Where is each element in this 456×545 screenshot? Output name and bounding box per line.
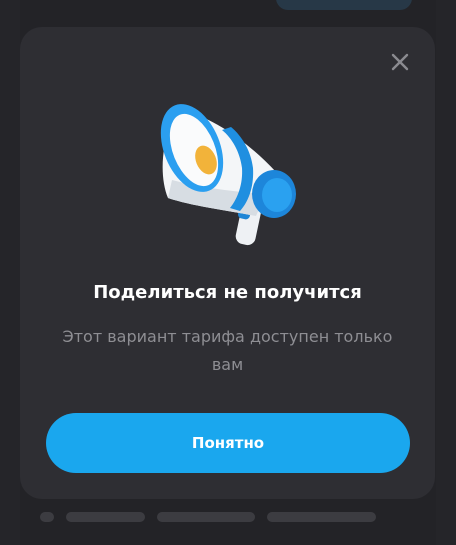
background-icon-blurred: [40, 512, 54, 522]
close-button[interactable]: [389, 51, 411, 73]
close-icon: [391, 53, 409, 71]
megaphone-icon: [160, 104, 296, 246]
background-button-blurred: [276, 0, 412, 10]
background-content-blurred: [40, 506, 376, 528]
dialog-title: Поделиться не получится: [93, 282, 362, 303]
background-text-blurred: [267, 512, 376, 522]
backdrop-left: [0, 0, 20, 545]
backdrop-right: [436, 0, 456, 545]
confirm-button[interactable]: Понятно: [46, 413, 410, 473]
background-text-blurred: [65, 512, 145, 522]
background-text-blurred: [156, 512, 256, 522]
share-unavailable-dialog: Поделиться не получится Этот вариант тар…: [20, 27, 435, 499]
dialog-message: Этот вариант тарифа доступен только вам: [62, 327, 393, 374]
